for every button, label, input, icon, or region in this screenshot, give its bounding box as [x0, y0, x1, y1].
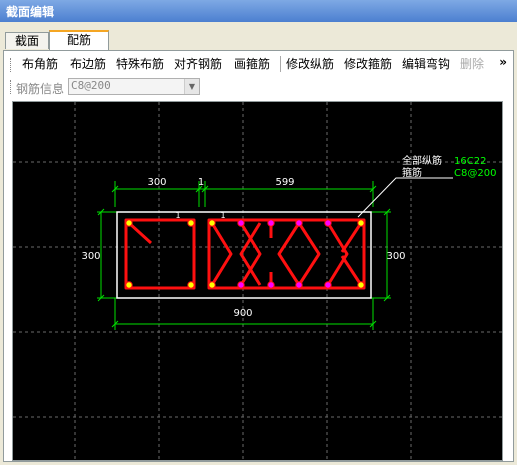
reinforcement-panel: 布角筋 布边筋 特殊布筋 对齐钢筋 画箍筋 修改纵筋 修改箍筋 编辑弯钩 删除 …: [3, 50, 514, 462]
rebar-info-value: C8@200: [71, 79, 111, 92]
tab-section[interactable]: 截面: [5, 32, 49, 49]
title-bar: 截面编辑: [0, 0, 517, 22]
annotation-stirrup-value: C8@200: [454, 168, 496, 179]
dim-top-mid: 1: [198, 177, 204, 188]
toolbar-grip[interactable]: [10, 58, 13, 72]
special-rebar-button[interactable]: 特殊布筋: [116, 56, 164, 72]
dim-top-right: 599: [275, 177, 294, 188]
chevron-down-icon[interactable]: ▼: [184, 79, 199, 94]
annotation-stirrup-label: 箍筋: [402, 166, 422, 179]
tab-reinforcement[interactable]: 配筋: [49, 30, 109, 50]
draw-stirrup-button[interactable]: 画箍筋: [234, 56, 270, 72]
edit-hook-button[interactable]: 编辑弯钩: [402, 56, 450, 72]
edit-stirrup-button[interactable]: 修改箍筋: [344, 56, 392, 72]
rebar-annotation: 全部纵筋 16C22 箍筋 C8@200: [402, 154, 496, 179]
annotation-all-long-value: 16C22: [454, 156, 486, 167]
toolbar-grip[interactable]: [10, 80, 13, 94]
dialog-body: 截面 配筋 布角筋 布边筋 特殊布筋 对齐钢筋 画箍筋 修改纵筋 修改箍筋 编辑…: [0, 22, 517, 465]
stirrups: [124, 218, 366, 290]
annotation-leader: [357, 177, 453, 218]
annotation-all-long-label: 全部纵筋: [402, 154, 442, 167]
toolbar-overflow-icon[interactable]: »: [499, 55, 507, 69]
rebar-info-toolbar: 钢筋信息 C8@200 ▼: [6, 76, 511, 98]
rebar-toolbar: 布角筋 布边筋 特殊布筋 对齐钢筋 画箍筋 修改纵筋 修改箍筋 编辑弯钩 删除 …: [6, 53, 511, 75]
drawing-canvas[interactable]: 300 1 599 300 300 900 1 1 全部纵筋 16C22 箍筋 …: [12, 101, 503, 461]
toolbar-separator: [280, 56, 281, 72]
dim-small-1: 1: [175, 211, 180, 220]
corner-rebar-button[interactable]: 布角筋: [22, 56, 58, 72]
edit-longitudinal-button[interactable]: 修改纵筋: [286, 56, 334, 72]
dim-small-2: 1: [220, 211, 225, 220]
delete-button[interactable]: 删除: [460, 56, 484, 72]
section-drawing: 300 1 599 300 300 900 1 1 全部纵筋 16C22 箍筋 …: [13, 102, 502, 460]
align-rebar-button[interactable]: 对齐钢筋: [174, 56, 222, 72]
dim-top-left: 300: [147, 177, 166, 188]
edge-rebar-button[interactable]: 布边筋: [70, 56, 106, 72]
dim-left: 300: [81, 251, 100, 262]
dim-bottom: 900: [233, 308, 252, 319]
window-title: 截面编辑: [6, 5, 55, 19]
dim-right: 300: [386, 251, 405, 262]
rebar-info-select[interactable]: C8@200 ▼: [68, 78, 200, 95]
rebar-info-label: 钢筋信息: [16, 82, 65, 96]
